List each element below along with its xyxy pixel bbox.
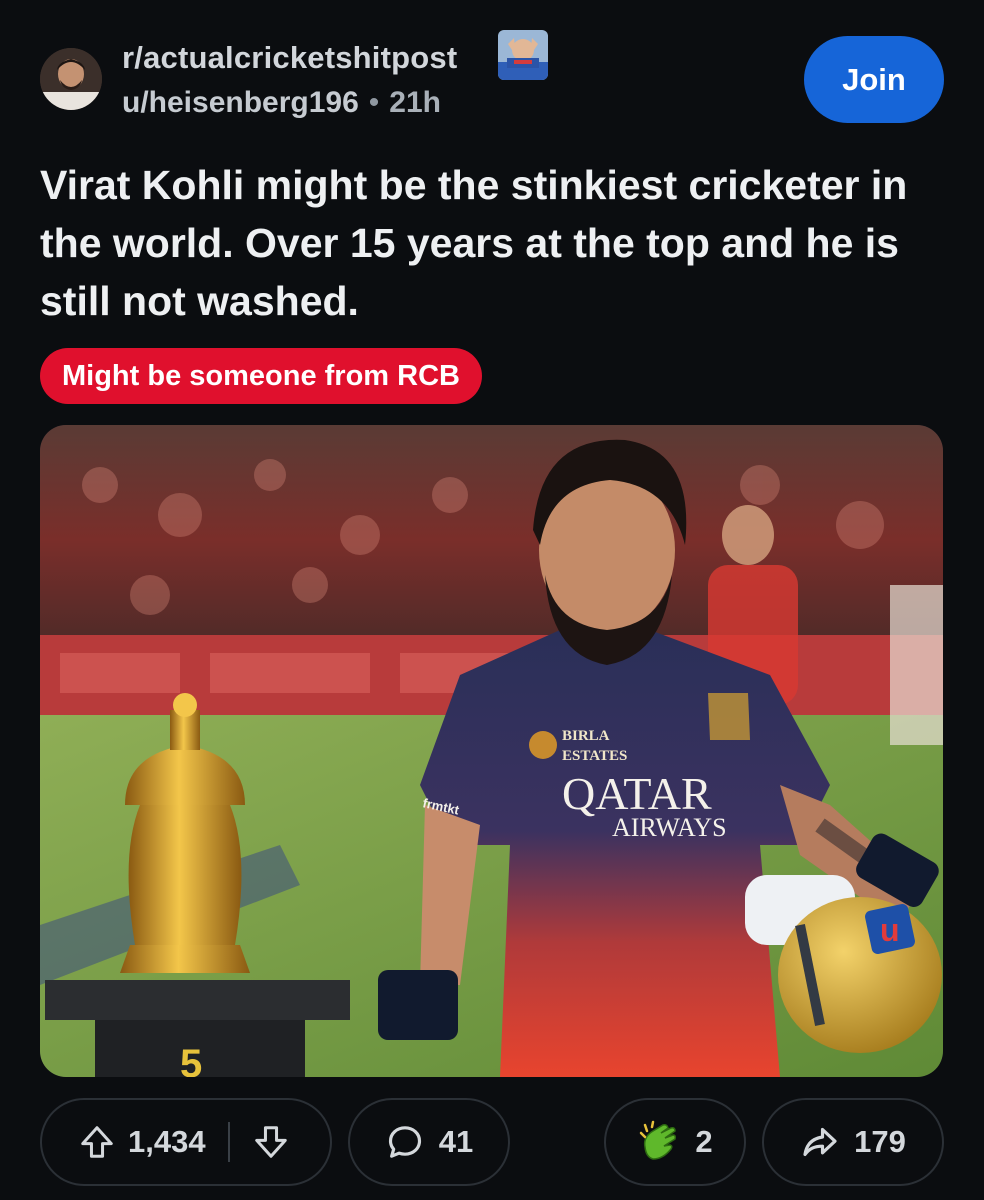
clapping-award-icon	[637, 1119, 683, 1165]
subreddit-name[interactable]: r/actualcricketshitpost	[122, 40, 457, 76]
jersey-sponsor-top: BIRLA	[562, 728, 610, 744]
upvote-count: 1,434	[128, 1124, 206, 1159]
user-avatar[interactable]	[40, 48, 102, 110]
avatar-portrait-icon	[40, 48, 102, 110]
jersey-main-text-2: AIRWAYS	[612, 813, 727, 842]
speech-bubble-icon	[385, 1122, 425, 1162]
share-count: 179	[854, 1124, 906, 1159]
downvote-button[interactable]	[252, 1123, 290, 1161]
post-title[interactable]: Virat Kohli might be the stinkiest crick…	[40, 156, 960, 330]
arrow-down-icon	[254, 1126, 287, 1158]
reddit-post: r/actualcricketshitpost u/heisenberg196 …	[0, 0, 984, 1200]
award-button[interactable]: 2	[604, 1098, 746, 1186]
arrow-up-icon	[81, 1126, 113, 1158]
post-flair[interactable]: Might be someone from RCB	[40, 348, 482, 404]
helmet-logo-letter: u	[880, 912, 900, 948]
vote-divider	[227, 1122, 230, 1162]
vote-control: 1,434	[40, 1098, 332, 1186]
post-meta: u/heisenberg196 • 21h	[122, 86, 441, 120]
award-count: 2	[695, 1124, 713, 1159]
meta-separator: •	[368, 86, 380, 119]
comments-button[interactable]: 41	[348, 1098, 510, 1186]
post-time: 21h	[389, 86, 441, 119]
share-button[interactable]: 179	[762, 1098, 944, 1186]
share-arrow-icon	[800, 1122, 840, 1162]
join-button[interactable]: Join	[804, 36, 944, 123]
username-link[interactable]: u/heisenberg196	[122, 86, 359, 120]
jersey-sponsor-bottom: ESTATES	[562, 748, 627, 764]
trophy-plinth-mark: 5	[180, 1042, 202, 1077]
post-image-illustration: 5 BIRLA ESTATES QATAR AIRWAYS frmtkt u	[40, 425, 943, 1077]
comment-count: 41	[438, 1124, 474, 1159]
jersey-main-text-1: QATAR	[562, 768, 712, 819]
post-image[interactable]: 5 BIRLA ESTATES QATAR AIRWAYS frmtkt u	[40, 425, 943, 1077]
subreddit-badge-icon	[498, 30, 548, 80]
upvote-button[interactable]	[78, 1123, 116, 1161]
